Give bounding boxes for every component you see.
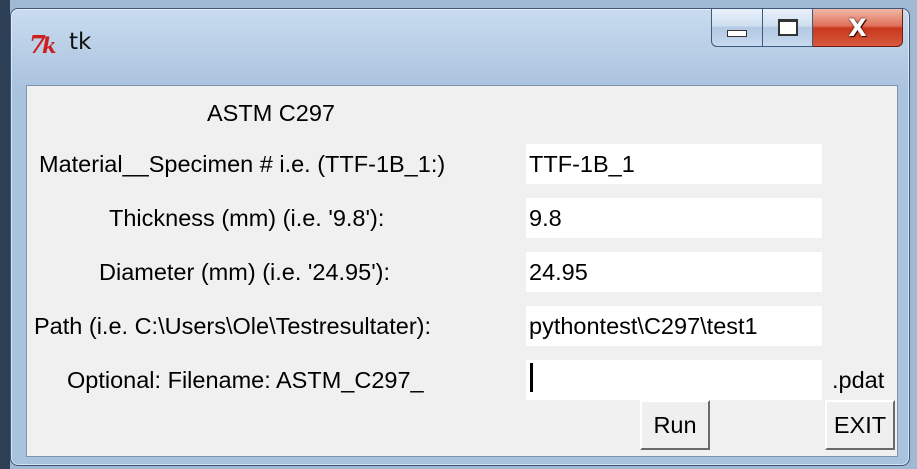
- filename-label: Optional: Filename: ASTM_C297_: [67, 367, 424, 393]
- filename-suffix: .pdat: [832, 367, 885, 393]
- filename-input[interactable]: [526, 360, 822, 400]
- path-label: Path (i.e. C:\Users\Ole\Testresultater):: [34, 313, 432, 339]
- tk-window: 7 k tk X ASTM C297 Material__Specimen # …: [10, 8, 910, 466]
- svg-text:k: k: [42, 33, 57, 57]
- text-cursor: [530, 363, 533, 392]
- diameter-input[interactable]: [526, 252, 822, 292]
- maximize-icon: [777, 19, 798, 36]
- window-title: tk: [69, 29, 92, 55]
- specimen-input[interactable]: [526, 144, 822, 184]
- close-button[interactable]: X: [813, 9, 903, 47]
- form-heading: ASTM C297: [207, 100, 335, 126]
- minimize-button[interactable]: [711, 9, 763, 47]
- specimen-label: Material__Specimen # i.e. (TTF-1B_1:): [39, 151, 446, 177]
- thickness-input[interactable]: [526, 198, 822, 238]
- form-area: ASTM C297 Material__Specimen # i.e. (TTF…: [26, 85, 898, 457]
- title-bar[interactable]: 7 k tk X: [11, 9, 909, 73]
- thickness-label: Thickness (mm) (i.e. '9.8'):: [109, 205, 385, 231]
- maximize-button[interactable]: [763, 9, 813, 47]
- run-button[interactable]: Run: [640, 400, 710, 450]
- path-input[interactable]: [526, 306, 822, 346]
- minimize-icon: [727, 30, 747, 37]
- exit-button[interactable]: EXIT: [825, 400, 895, 450]
- diameter-label: Diameter (mm) (i.e. '24.95'):: [99, 259, 391, 285]
- desktop-background: [0, 0, 10, 469]
- close-icon: X: [848, 13, 867, 42]
- caption-buttons: X: [711, 9, 903, 49]
- tk-feather-icon: 7 k: [29, 31, 57, 57]
